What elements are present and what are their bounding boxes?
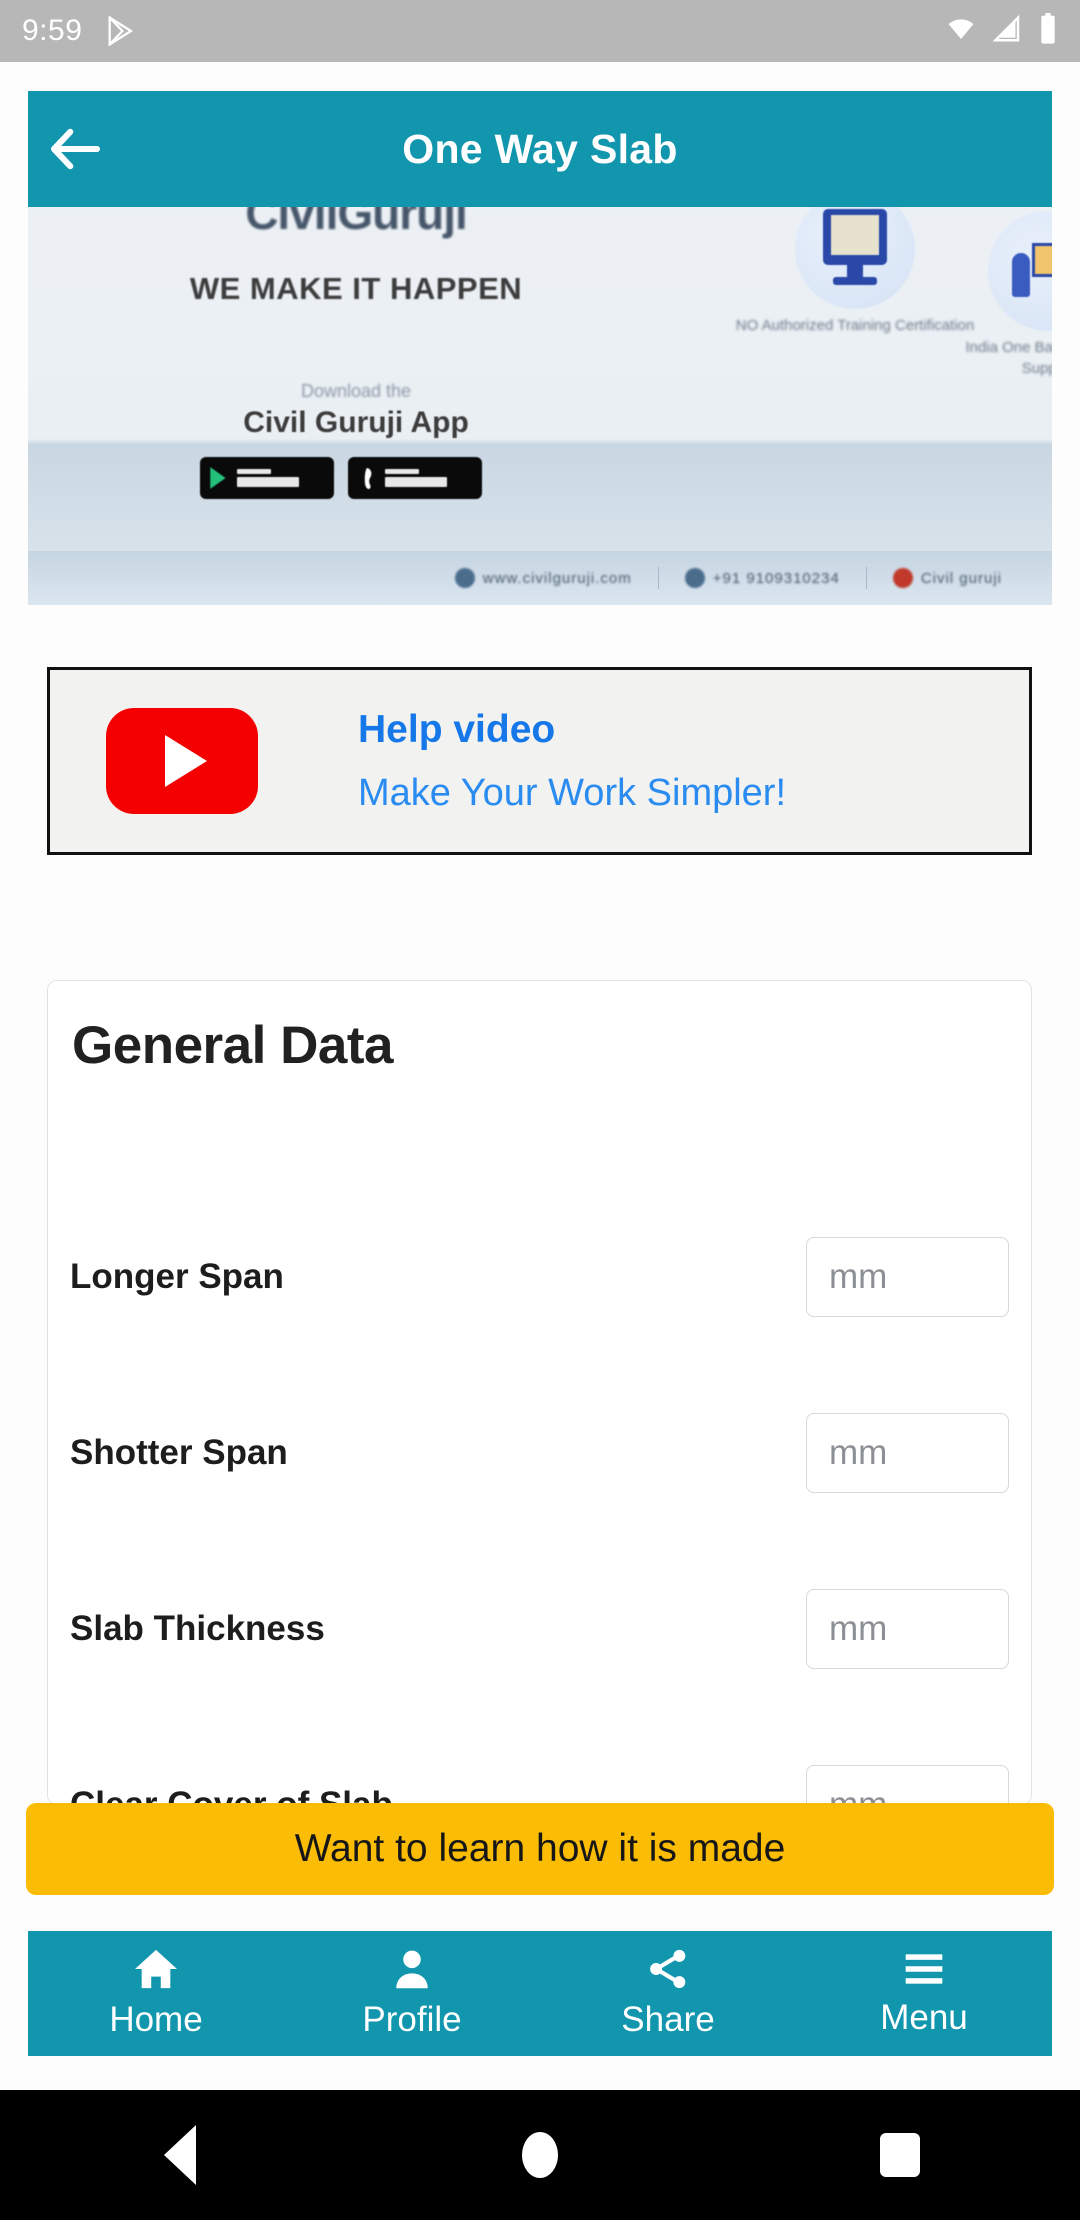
app-bar: One Way Slab	[28, 91, 1052, 207]
banner-phone: +91 9109310234	[659, 568, 866, 588]
help-video-text: Help video Make Your Work Simpler!	[358, 708, 786, 815]
status-bar: 9:59	[0, 0, 1080, 62]
nav-item-menu-label: Menu	[880, 1997, 968, 2037]
recents-square-icon	[880, 2133, 920, 2177]
table-row: Clear Cover of Slab mm	[48, 1717, 1031, 1805]
wifi-icon	[944, 14, 978, 49]
banner-handle: Civil guruji	[867, 568, 1028, 588]
app-store-badge[interactable]	[348, 457, 482, 499]
page-title: One Way Slab	[402, 125, 678, 172]
home-icon	[135, 1949, 177, 1988]
advertisement-banner[interactable]: CivilGuruji WE MAKE IT HAPPEN Download t…	[28, 207, 1052, 605]
bottom-navigation-bar: Home Profile Share Menu	[28, 1931, 1052, 2056]
banner-download-prefix: Download the	[300, 381, 412, 401]
shotter-span-input[interactable]: mm	[806, 1413, 1009, 1493]
status-bar-clock: 9:59	[22, 14, 83, 47]
profile-icon	[396, 1950, 428, 1988]
back-button[interactable]	[28, 128, 124, 170]
nav-item-menu[interactable]: Menu	[796, 1931, 1052, 2056]
store-badges	[200, 457, 482, 499]
play-store-icon	[104, 14, 138, 48]
home-circle-icon	[522, 2132, 558, 2178]
cellular-signal-icon	[992, 14, 1024, 49]
people-illustration-icon	[988, 210, 1052, 331]
back-triangle-icon	[164, 2125, 196, 2185]
banner-website: www.civilguruji.com	[429, 568, 658, 588]
banner-image: CivilGuruji WE MAKE IT HAPPEN Download t…	[28, 207, 1052, 605]
general-data-heading: General Data	[72, 1016, 393, 1075]
nav-item-share[interactable]: Share	[540, 1931, 796, 2056]
nav-item-share-label: Share	[621, 1999, 715, 2039]
monitor-illustration-icon	[795, 207, 915, 309]
field-label-longer-span: Longer Span	[70, 1257, 284, 1296]
youtube-play-icon[interactable]	[106, 708, 258, 814]
cta-label: Want to learn how it is made	[294, 1827, 786, 1870]
banner-app-name: Civil Guruji App	[243, 406, 469, 439]
longer-span-placeholder: mm	[829, 1257, 888, 1296]
table-row: Slab Thickness mm	[48, 1541, 1031, 1717]
share-icon	[650, 1949, 686, 1988]
nav-item-profile-label: Profile	[362, 1999, 462, 2039]
slab-thickness-placeholder: mm	[829, 1609, 888, 1648]
field-label-shotter-span: Shotter Span	[70, 1433, 288, 1472]
banner-features-col2: 100000+ Engineers Joined our Trained Tra…	[948, 207, 1052, 386]
longer-span-input[interactable]: mm	[806, 1237, 1009, 1317]
nav-item-profile[interactable]: Profile	[284, 1931, 540, 2056]
help-video-card[interactable]: Help video Make Your Work Simpler!	[47, 667, 1032, 855]
android-recents-button[interactable]	[720, 2133, 1080, 2177]
google-play-badge[interactable]	[200, 457, 334, 499]
general-data-card: General Data Longer Span mm Shotter Span…	[47, 980, 1032, 1805]
phone-screen: 9:59 One Way Slab CivilGuruji WE MAKE IT…	[0, 0, 1080, 2220]
banner-feature-4-caption: India One Batch Session Support	[965, 338, 1052, 378]
menu-icon	[905, 1953, 943, 1984]
android-home-button[interactable]	[360, 2132, 720, 2178]
slab-thickness-input[interactable]: mm	[806, 1589, 1009, 1669]
learn-how-it-is-made-button[interactable]: Want to learn how it is made	[26, 1803, 1054, 1895]
table-row: Shotter Span mm	[48, 1365, 1031, 1541]
field-label-slab-thickness: Slab Thickness	[70, 1609, 325, 1648]
general-data-rows: Longer Span mm Shotter Span mm Slab Thic…	[48, 1189, 1031, 1805]
youtube-icon	[892, 568, 913, 588]
help-video-title: Help video	[358, 707, 556, 751]
nav-item-home[interactable]: Home	[28, 1931, 284, 2056]
status-bar-icons	[944, 12, 1058, 50]
arrow-left-icon	[50, 128, 101, 170]
phone-icon	[684, 568, 705, 588]
banner-feature-4: India One Batch Session Support	[948, 210, 1052, 381]
shotter-span-placeholder: mm	[829, 1433, 888, 1472]
banner-footer: www.civilguruji.com +91 9109310234 Civil…	[28, 551, 1052, 605]
android-navigation-bar	[0, 2090, 1080, 2220]
android-back-button[interactable]	[0, 2125, 360, 2185]
banner-brand: CivilGuruji	[245, 207, 468, 239]
battery-icon	[1038, 12, 1058, 50]
clear-cover-of-slab-placeholder: mm	[829, 1785, 888, 1805]
clear-cover-of-slab-input[interactable]: mm	[806, 1765, 1009, 1805]
banner-tagline: WE MAKE IT HAPPEN	[189, 271, 523, 306]
table-row: Longer Span mm	[48, 1189, 1031, 1365]
nav-item-home-label: Home	[109, 1999, 203, 2039]
field-label-clear-cover-of-slab: Clear Cover of Slab	[70, 1785, 393, 1805]
globe-icon	[454, 568, 475, 588]
help-video-subtitle: Make Your Work Simpler!	[358, 771, 787, 814]
